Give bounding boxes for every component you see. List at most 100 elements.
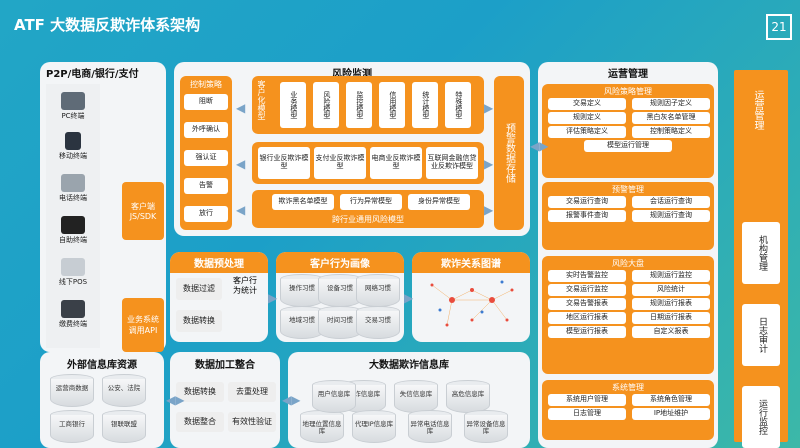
ops-item: 系统角色管理 xyxy=(632,394,710,406)
database-icon: 工商银行 xyxy=(50,410,94,446)
database-icon: 用户信息库 xyxy=(312,380,356,416)
ops-item: IP地址维护 xyxy=(632,408,710,420)
graph-panel: 欺诈关系图谱 xyxy=(412,252,530,342)
arrow-icon: ▶ xyxy=(404,291,414,305)
client-sdk-box: 客户端 JS/SDK xyxy=(122,182,164,240)
ops-item: 报警事件查询 xyxy=(548,210,626,222)
bigdata-title: 大数据欺诈信息库 xyxy=(369,360,449,371)
fraud-model-item: 电商业反欺诈模型 xyxy=(370,147,422,179)
self-service-terminal: 自助终端 xyxy=(48,216,98,245)
arrow-icon: ◀ xyxy=(236,157,246,171)
ops-item: 规则定义 xyxy=(548,112,626,124)
ops-group: 系统管理系统用户管理 系统角色管理 日志管理 IP地址维护 xyxy=(542,380,714,440)
fraud-model-item: 银行业反欺诈模型 xyxy=(258,147,310,179)
database-icon: 异常电话信息库 xyxy=(408,410,452,446)
database-label: 地理位置信息库 xyxy=(302,420,342,436)
arrow-icon: ◀▶ xyxy=(282,393,301,407)
behavior-panel: 客户行为画像 操作习惯 设备习惯 网络习惯 地域习惯 时间习惯 交易习惯 xyxy=(276,252,404,342)
device-label-pc: PC终端 xyxy=(61,112,85,120)
strategy-pass: 放行 xyxy=(184,206,228,222)
pc-icon xyxy=(61,92,85,110)
processing-item-validate: 有效性验证 xyxy=(228,412,276,432)
ops-title: 运营管理 xyxy=(608,69,648,80)
cross-model-item: 身份异常模型 xyxy=(408,194,470,210)
arrow-icon: ◀▶ xyxy=(530,139,549,153)
device-label-pos: 线下POS xyxy=(58,278,88,286)
ops-item: 规则运行报表 xyxy=(632,298,710,310)
arrow-icon: ◀ xyxy=(236,101,246,115)
ops-item: 会话运行查询 xyxy=(632,196,710,208)
ops-group: 风险大盘 实时告警监控 规则运行监控 交易运行监控 风险统计 交易告警报表 规则运行报表 地区… xyxy=(542,256,714,374)
strategy-strong-auth: 强认证 xyxy=(184,150,228,166)
payment-terminal: 缴费终端 xyxy=(48,300,98,329)
processing-panel: 数据加工整合 数据转换 去重处理 数据整合 有效性验证 xyxy=(170,352,280,448)
biz-model-item: 统计模型 xyxy=(412,82,438,128)
ops-group: 预警管理 交易运行查询 会话运行查询 报警事件查询 规则运行查询 xyxy=(542,182,714,250)
ops-item: 规则运行查询 xyxy=(632,210,710,222)
device-label-pay: 缴费终端 xyxy=(59,320,87,328)
data-convert: 数据转换 xyxy=(176,310,222,332)
customer-model-row: 客户化模型 业务模型 风险模型 监控模型 信用模型 统计模型 特殊模型 xyxy=(252,76,484,134)
ops-group: 风险策略管理 交易定义 规则因子定义 规则定义 黑白灰名单管理 评估策略定义 控制策略定义模… xyxy=(542,84,714,178)
database-label: 代理IP信息库 xyxy=(354,420,394,428)
ops-group-title: 风险大盘 xyxy=(612,259,644,268)
side-org-manage: 机构管理 xyxy=(742,222,780,284)
device-label-self: 自助终端 xyxy=(59,236,87,244)
database-label: 银联联盟 xyxy=(111,420,137,428)
ops-item: 系统用户管理 xyxy=(548,394,626,406)
fraud-model-item: 互联网金融信贷业反欺诈模型 xyxy=(426,147,478,179)
database-label: 失信信息库 xyxy=(399,390,433,398)
ops-item: 模型运行报表 xyxy=(548,326,626,338)
biz-model-item: 业务模型 xyxy=(280,82,306,128)
pos-terminal: 线下POS xyxy=(48,258,98,287)
ops-group-title: 系统管理 xyxy=(612,383,644,392)
pc-terminal: PC终端 xyxy=(48,92,98,121)
data-filter: 数据过滤 xyxy=(176,278,222,300)
database-label: 公安、法院 xyxy=(107,384,141,392)
arrow-icon: ◀▶ xyxy=(166,393,185,407)
strategy-call-confirm: 外呼确认 xyxy=(184,122,228,138)
database-label: 网络习惯 xyxy=(365,284,391,292)
arrow-icon: ▶ xyxy=(268,291,278,305)
database-icon: 银联联盟 xyxy=(102,410,146,446)
preprocess-title: 数据预处理 xyxy=(170,252,268,273)
cross-model-item: 行为异常模型 xyxy=(340,194,402,210)
arrow-icon: ▶ xyxy=(484,101,494,115)
customer-model-label: 客户化模型 xyxy=(257,80,266,120)
cross-model-item: 欺诈黑名单模型 xyxy=(272,194,334,210)
ops-item: 黑白灰名单管理 xyxy=(632,112,710,124)
mobile-terminal: 移动终端 xyxy=(48,132,98,161)
pos-icon xyxy=(61,258,85,276)
device-label-phone: 电话终端 xyxy=(59,194,87,202)
biz-model-item: 监控模型 xyxy=(346,82,372,128)
ops-item: 自定义报表 xyxy=(632,326,710,338)
atm-icon xyxy=(61,216,85,234)
risk-monitor-panel: 风险监测 控制策略 阻断 外呼确认 强认证 告警 放行 客户化模型 业务模型 风险… xyxy=(174,62,530,236)
ops-group-title: 风险策略管理 xyxy=(604,87,652,96)
external-panel: 外部信息库资源 运营商数据 公安、法院 工商银行 银联联盟 xyxy=(40,352,164,448)
side-log-audit: 日志审计 xyxy=(742,304,780,366)
ops-item: 模型运行管理 xyxy=(584,140,672,152)
arrow-icon: ▶ xyxy=(484,157,494,171)
fraud-model-row: 银行业反欺诈模型 支付业反欺诈模型 电商业反欺诈模型 互联网金融信贷业反欺诈模型 xyxy=(252,142,484,184)
ops-item: 交易定义 xyxy=(548,98,626,110)
preprocess-panel: 数据预处理 数据过滤 数据转换 客户行为统计 xyxy=(170,252,268,342)
ops-item: 日志管理 xyxy=(548,408,626,420)
device-column: PC终端 移动终端 电话终端 自助终端 线下POS 缴费终端 xyxy=(46,84,100,348)
database-icon: 代理IP信息库 xyxy=(352,410,396,446)
strategy-block: 阻断 xyxy=(184,94,228,110)
relationship-graph xyxy=(430,280,514,327)
arrow-icon: ▶ xyxy=(484,203,494,217)
device-label-mobile: 移动终端 xyxy=(59,152,87,160)
side-run-monitor: 运行监控 xyxy=(742,386,780,448)
ops-group-title: 预警管理 xyxy=(612,185,644,194)
database-icon: 公安、法院 xyxy=(102,374,146,410)
control-strategy-box: 控制策略 阻断 外呼确认 强认证 告警 放行 xyxy=(180,76,232,230)
ops-item: 交易运行监控 xyxy=(548,284,626,296)
biz-model-item: 风险模型 xyxy=(313,82,339,128)
ops-item: 日期运行报表 xyxy=(632,312,710,324)
ops-item: 规则运行监控 xyxy=(632,270,710,282)
cross-model-row: 欺诈黑名单模型 行为异常模型 身份异常模型 跨行业通用风险模型 xyxy=(252,190,484,228)
payment-icon xyxy=(61,300,85,318)
control-strategy-title: 控制策略 xyxy=(190,80,222,89)
